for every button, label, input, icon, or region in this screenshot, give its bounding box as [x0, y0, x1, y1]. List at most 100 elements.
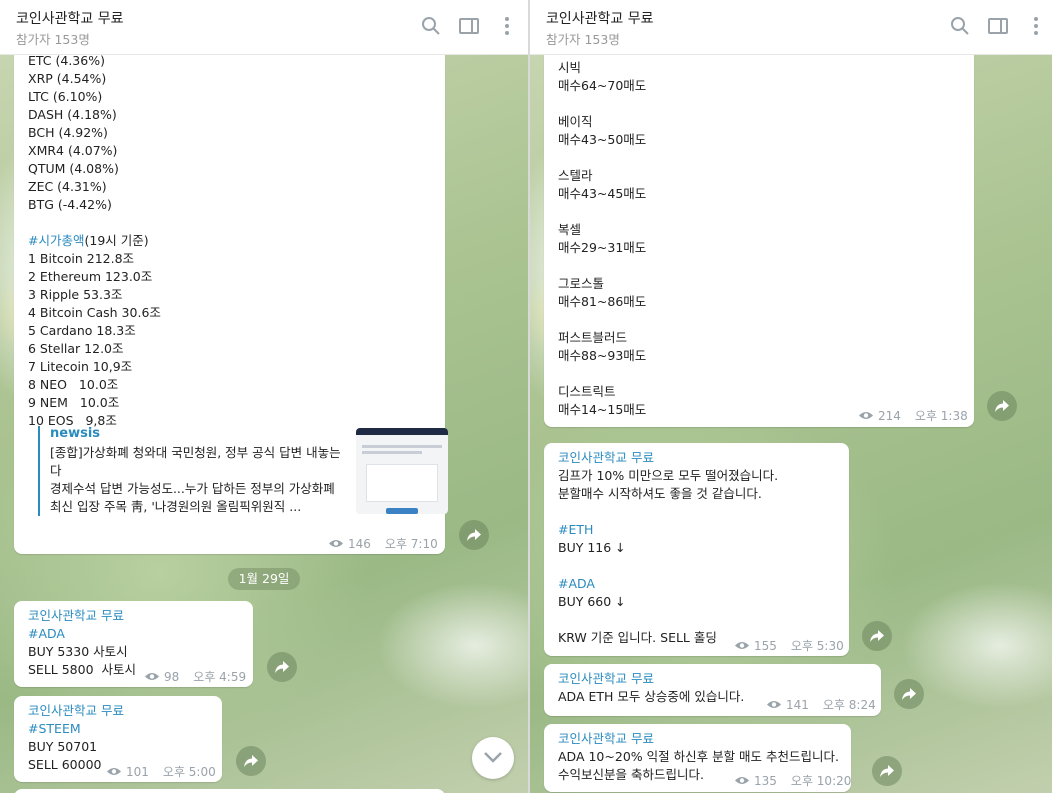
price-line: XRP (4.54%) [28, 71, 107, 86]
message-bubble-steem-signal[interactable]: 코인사관학교 무료 #STEEM BUY 50701 SELL 60000 10… [14, 696, 222, 782]
sender-name[interactable]: 코인사관학교 무료 [28, 607, 136, 625]
eye-icon [735, 642, 749, 649]
more-vertical-icon[interactable] [1024, 14, 1048, 38]
eye-icon [767, 701, 781, 708]
message-bubble-rising-update[interactable]: 코인사관학교 무료 ADA ETH 모두 상승중에 있습니다. 141 오후 8… [544, 664, 881, 716]
search-icon[interactable] [419, 14, 443, 38]
chat-header: 코인사관학교 무료 참가자 153명 [0, 0, 528, 55]
buy-line: BUY 50701 [28, 739, 98, 754]
view-count: 146 [348, 536, 371, 551]
price-line: LTC (6.10%) [28, 89, 103, 104]
chevron-down-icon [484, 752, 502, 763]
message-meta: 155 오후 5:30 [734, 637, 844, 654]
buy-line: BUY 116 ↓ [558, 540, 626, 555]
participant-count: 참가자 153명 [16, 32, 90, 47]
market-cap-line: 5 Cardano 18.3조 [28, 323, 136, 338]
coin-name: 복셀 [558, 222, 582, 237]
eye-icon [145, 673, 159, 680]
forward-arrow-icon[interactable] [459, 520, 489, 550]
hashtag-ada[interactable]: #ADA [558, 575, 778, 593]
hashtag-ada[interactable]: #ADA [28, 625, 136, 643]
market-cap-time: (19시 기준) [84, 233, 149, 248]
message-meta: 141 오후 8:24 [766, 696, 876, 713]
scroll-to-bottom-button[interactable] [472, 737, 514, 779]
message-text-line: 김프가 10% 미만으로 모두 떨어졌습니다. [558, 468, 779, 483]
sidebar-panel-icon[interactable] [457, 14, 481, 38]
view-count: 135 [754, 773, 777, 788]
message-meta: 135 오후 10:20 [734, 772, 851, 789]
message-bubble-market-update[interactable]: ETC (4.36%) XRP (4.54%) LTC (6.10%) DASH… [14, 40, 448, 554]
message-bubble-ada-signal[interactable]: 코인사관학교 무료 #ADA BUY 5330 사토시 SELL 5800 사토… [14, 601, 253, 687]
forward-arrow-icon[interactable] [987, 391, 1017, 421]
message-time: 오후 5:30 [790, 639, 844, 653]
price-line: BCH (4.92%) [28, 125, 108, 140]
market-cap-line: 8 NEO 10.0조 [28, 377, 119, 392]
price-range: 매수14~15매도 [558, 402, 647, 417]
search-icon[interactable] [948, 14, 972, 38]
market-cap-line: 9 NEM 10.0조 [28, 395, 120, 410]
hashtag-eth[interactable]: #ETH [558, 521, 778, 539]
forward-arrow-icon[interactable] [894, 679, 924, 709]
message-bubble-buy-advice[interactable]: 코인사관학교 무료 김프가 10% 미만으로 모두 떨어졌습니다. 분할매수 시… [544, 443, 849, 656]
coin-name: 디스트릭트 [558, 384, 616, 399]
coin-name: 시빅 [558, 60, 582, 75]
message-text-line: ADA 10~20% 익절 하신후 분할 매도 추천드립니다. [558, 749, 839, 764]
sender-name[interactable]: 코인사관학교 무료 [558, 449, 778, 467]
message-text-line: ADA ETH 모두 상승중에 있습니다. [558, 689, 745, 704]
price-line: XMR4 (4.07%) [28, 143, 118, 158]
right-chat-pane: 코인사관학교 무료 참가자 153명 시빅 매수64~70매도 베이직 매수43… [530, 0, 1052, 793]
coin-name: 퍼스트블러드 [558, 330, 628, 345]
coin-name: 그로스톨 [558, 276, 605, 291]
message-time: 오후 1:38 [914, 409, 968, 423]
sender-name[interactable]: 코인사관학교 무료 [28, 702, 124, 720]
sidebar-panel-icon[interactable] [986, 14, 1010, 38]
buy-line: BUY 660 ↓ [558, 594, 626, 609]
price-change-list: ETC (4.36%) XRP (4.54%) LTC (6.10%) DASH… [28, 52, 161, 430]
link-preview[interactable]: newsis [종합]가상화폐 청와대 국민청원, 정부 공식 답변 내놓는다 … [38, 426, 448, 516]
link-preview-thumbnail[interactable] [356, 428, 448, 514]
forward-arrow-icon[interactable] [872, 756, 902, 786]
price-line: DASH (4.18%) [28, 107, 117, 122]
price-line: BTG (-4.42%) [28, 197, 112, 212]
eye-icon [329, 540, 343, 547]
hashtag-steem[interactable]: #STEEM [28, 720, 124, 738]
forward-arrow-icon[interactable] [267, 652, 297, 682]
link-preview-title: [종합]가상화폐 청와대 국민청원, 정부 공식 답변 내놓는다 [50, 445, 341, 478]
message-meta: 98 오후 4:59 [144, 668, 246, 685]
sell-line: SELL 5800 사토시 [28, 662, 136, 677]
left-chat-pane: 코인사관학교 무료 참가자 153명 ETC (4.36%) XRP (4.54… [0, 0, 528, 793]
view-count: 155 [754, 638, 777, 653]
sender-name[interactable]: 코인사관학교 무료 [558, 730, 839, 748]
message-meta: 146 오후 7:10 [328, 535, 438, 552]
date-separator: 1월 29일 [228, 568, 300, 590]
message-time: 오후 5:00 [162, 765, 216, 779]
message-meta: 214 오후 1:38 [858, 407, 968, 424]
message-bubble-price-ranges[interactable]: 시빅 매수64~70매도 베이직 매수43~50매도 스텔라 매수43~45매도… [544, 40, 974, 427]
participant-count: 참가자 153명 [546, 32, 620, 47]
channel-title[interactable]: 코인사관학교 무료 [546, 8, 654, 28]
message-meta: 101 오후 5:00 [106, 763, 216, 780]
buy-line: BUY 5330 사토시 [28, 644, 128, 659]
market-cap-line: 4 Bitcoin Cash 30.6조 [28, 305, 161, 320]
view-count: 98 [164, 669, 180, 684]
message-time: 오후 8:24 [822, 698, 876, 712]
sender-name[interactable]: 코인사관학교 무료 [558, 670, 744, 688]
price-range-list: 시빅 매수64~70매도 베이직 매수43~50매도 스텔라 매수43~45매도… [558, 59, 646, 419]
message-bubble-take-profit[interactable]: 코인사관학교 무료 ADA 10~20% 익절 하신후 분할 매도 추천드립니다… [544, 724, 851, 792]
market-cap-line: 6 Stellar 12.0조 [28, 341, 124, 356]
channel-title[interactable]: 코인사관학교 무료 [16, 8, 124, 28]
view-count: 101 [126, 764, 149, 779]
forward-arrow-icon[interactable] [236, 746, 266, 776]
message-time: 오후 7:10 [384, 537, 438, 551]
message-time: 오후 4:59 [193, 670, 247, 684]
eye-icon [859, 412, 873, 419]
chat-header: 코인사관학교 무료 참가자 153명 [530, 0, 1052, 55]
link-preview-description: 경제수석 답변 가능성도...누가 답하든 정부의 가상화폐 최신 입장 주목 … [50, 481, 335, 514]
forward-arrow-icon[interactable] [862, 621, 892, 651]
more-vertical-icon[interactable] [495, 14, 519, 38]
price-range: 매수81~86매도 [558, 294, 647, 309]
market-cap-heading: #시가총액(19시 기준) [28, 232, 161, 250]
price-line: ZEC (4.31%) [28, 179, 107, 194]
market-cap-hashtag[interactable]: #시가총액 [28, 233, 84, 248]
message-bubble-partial[interactable] [14, 789, 445, 793]
